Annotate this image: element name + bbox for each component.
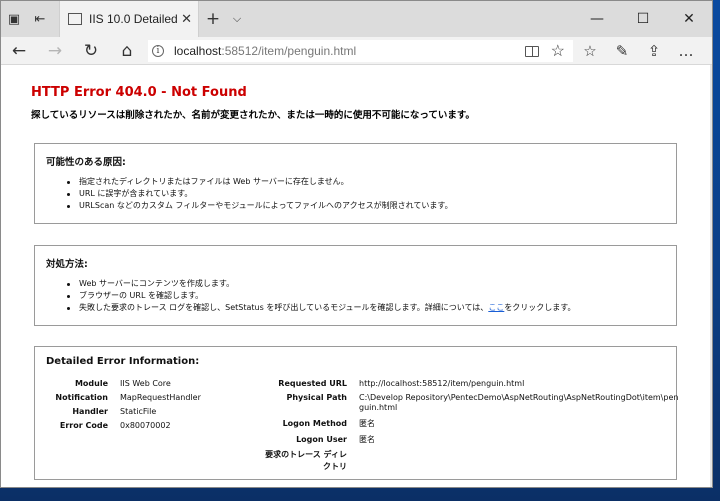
window-controls: — ☐ ✕ bbox=[574, 1, 712, 37]
taskbar-edge bbox=[0, 488, 720, 501]
detail-key: Notification bbox=[55, 393, 108, 402]
hub-icon[interactable]: ☆ bbox=[574, 37, 606, 65]
detail-key: Logon Method bbox=[282, 419, 347, 428]
actions-box: 対処方法: Web サーバーにコンテンツを作成します。 ブラウザーの URL を… bbox=[34, 245, 677, 326]
list-item-trace: 失敗した要求のトレース ログを確認し、SetStatus を呼び出しているモジュ… bbox=[65, 302, 576, 314]
details-title: Detailed Error Information: bbox=[46, 356, 200, 367]
list-item: Web サーバーにコンテンツを作成します。 bbox=[65, 278, 576, 290]
active-tab[interactable]: IIS 10.0 Detailed Error - ✕ bbox=[59, 1, 199, 37]
detail-key: Physical Path bbox=[286, 393, 347, 402]
site-info-icon[interactable]: i bbox=[152, 45, 164, 57]
detail-value: http://localhost:58512/item/penguin.html bbox=[359, 379, 525, 388]
detail-value: 0x80070002 bbox=[120, 421, 171, 430]
list-item: URL に誤字が含まれています。 bbox=[65, 188, 453, 200]
details-box: Detailed Error Information: Module IIS We… bbox=[34, 346, 679, 480]
favorite-star-icon[interactable]: ☆ bbox=[551, 41, 565, 61]
detail-key: Error Code bbox=[59, 421, 108, 430]
table-row: Error Code 0x80070002 bbox=[46, 419, 201, 433]
web-notes-icon[interactable]: ✎ bbox=[606, 37, 638, 65]
tab-close-icon[interactable]: ✕ bbox=[181, 12, 192, 27]
detail-value bbox=[359, 449, 679, 473]
close-button[interactable]: ✕ bbox=[666, 1, 712, 37]
list-item: ブラウザーの URL を確認します。 bbox=[65, 290, 576, 302]
set-aside-tabs-icon[interactable]: ⇤ bbox=[27, 1, 53, 37]
tab-title: IIS 10.0 Detailed Error - bbox=[89, 12, 178, 26]
actions-title: 対処方法: bbox=[46, 259, 88, 270]
address-bar[interactable]: i localhost:58512/item/penguin.html ☆ bbox=[148, 40, 573, 62]
table-row: Requested URL http://localhost:58512/item… bbox=[265, 377, 679, 391]
title-bar: ▣ ⇤ IIS 10.0 Detailed Error - ✕ + ⌵ — ☐ … bbox=[1, 1, 712, 37]
share-icon[interactable]: ⇪ bbox=[638, 37, 670, 65]
error-title: HTTP Error 404.0 - Not Found bbox=[31, 85, 247, 100]
detail-key: 要求のトレース ディレクトリ bbox=[265, 450, 347, 471]
back-button[interactable]: ← bbox=[1, 37, 37, 65]
more-icon[interactable]: … bbox=[670, 37, 702, 65]
home-button[interactable]: ⌂ bbox=[109, 37, 145, 65]
detail-value: IIS Web Core bbox=[120, 379, 171, 388]
detail-value: 匿名 bbox=[359, 435, 375, 444]
list-item: 指定されたディレクトリまたはファイルは Web サーバーに存在しません。 bbox=[65, 176, 453, 188]
details-right-table: Requested URL http://localhost:58512/item… bbox=[265, 377, 679, 473]
table-row: 要求のトレース ディレクトリ bbox=[265, 449, 679, 473]
error-subtitle: 探しているリソースは削除されたか、名前が変更されたか、または一時的に使用不可能に… bbox=[31, 110, 475, 121]
toolbar-right: ☆ ✎ ⇪ … bbox=[574, 37, 702, 65]
table-row: Handler StaticFile bbox=[46, 405, 201, 419]
causes-list: 指定されたディレクトリまたはファイルは Web サーバーに存在しません。 URL… bbox=[65, 176, 453, 212]
navigation-bar: ← → ↻ ⌂ i localhost:58512/item/penguin.h… bbox=[1, 37, 712, 65]
detail-value: C:\Develop Repository\PentecDemo\AspNetR… bbox=[359, 393, 679, 412]
detail-key: Logon User bbox=[296, 435, 347, 444]
address-actions: ☆ bbox=[524, 40, 565, 62]
browser-window: ▣ ⇤ IIS 10.0 Detailed Error - ✕ + ⌵ — ☐ … bbox=[0, 0, 713, 488]
new-tab-button[interactable]: + bbox=[199, 1, 227, 37]
tab-preview-icon[interactable]: ▣ bbox=[1, 1, 27, 37]
detail-key: Module bbox=[74, 379, 108, 388]
detail-key: Handler bbox=[72, 407, 108, 416]
scrollbar[interactable] bbox=[710, 65, 712, 487]
table-row: Logon Method 匿名 bbox=[265, 417, 679, 431]
refresh-button[interactable]: ↻ bbox=[73, 37, 109, 65]
details-left-table: Module IIS Web Core Notification MapReques… bbox=[46, 377, 201, 433]
page-content: HTTP Error 404.0 - Not Found 探しているリソースは削… bbox=[1, 65, 712, 487]
table-row: Logon User 匿名 bbox=[265, 433, 679, 447]
address-host: localhost bbox=[174, 44, 222, 58]
detail-value: StaticFile bbox=[120, 407, 157, 416]
trace-text-suffix: をクリックします。 bbox=[504, 303, 576, 312]
actions-list: Web サーバーにコンテンツを作成します。 ブラウザーの URL を確認します。… bbox=[65, 278, 576, 314]
detail-value: 匿名 bbox=[359, 419, 375, 428]
minimize-button[interactable]: — bbox=[574, 1, 620, 37]
page-icon bbox=[68, 13, 82, 25]
forward-button[interactable]: → bbox=[37, 37, 73, 65]
list-item: URLScan などのカスタム フィルターやモジュールによってファイルへのアクセ… bbox=[65, 200, 453, 212]
trace-help-link[interactable]: ここ bbox=[488, 303, 504, 312]
reading-view-icon[interactable] bbox=[524, 45, 539, 57]
table-row: Notification MapRequestHandler bbox=[46, 391, 201, 405]
table-row: Physical Path C:\Develop Repository\Pente… bbox=[265, 393, 679, 413]
maximize-button[interactable]: ☐ bbox=[620, 1, 666, 37]
tab-menu-chevron-icon[interactable]: ⌵ bbox=[227, 1, 247, 37]
detail-value: MapRequestHandler bbox=[120, 393, 201, 402]
address-path: :58512/item/penguin.html bbox=[221, 44, 357, 58]
causes-title: 可能性のある原因: bbox=[46, 157, 126, 168]
trace-text: 失敗した要求のトレース ログを確認し、SetStatus を呼び出しているモジュ… bbox=[79, 303, 489, 312]
table-row: Module IIS Web Core bbox=[46, 377, 201, 391]
causes-box: 可能性のある原因: 指定されたディレクトリまたはファイルは Web サーバーに存… bbox=[34, 143, 677, 224]
detail-key: Requested URL bbox=[278, 379, 347, 388]
